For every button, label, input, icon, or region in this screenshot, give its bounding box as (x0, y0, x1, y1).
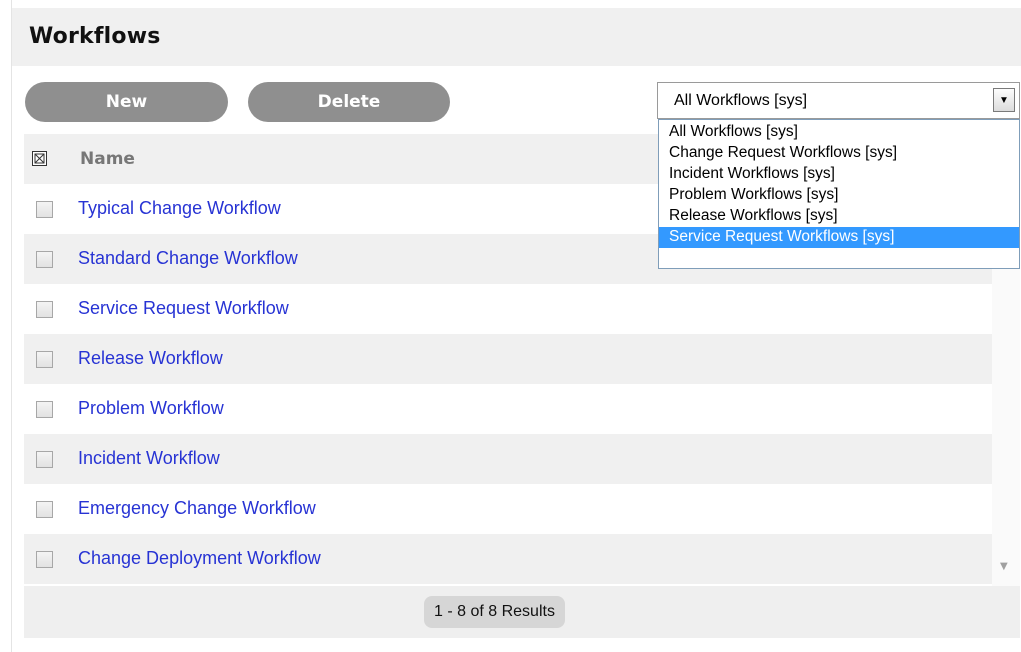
dropdown-arrow-icon[interactable]: ▼ (993, 88, 1015, 112)
column-header-name[interactable]: Name (80, 149, 135, 169)
workflow-filter-select[interactable]: All Workflows [sys] ▼ (657, 82, 1020, 119)
workflow-link[interactable]: Problem Workflow (78, 398, 224, 419)
table-row: Emergency Change Workflow (24, 484, 992, 534)
workflow-link[interactable]: Service Request Workflow (78, 298, 289, 319)
dropdown-option[interactable]: Problem Workflows [sys] (659, 185, 1019, 206)
table-row: Incident Workflow (24, 434, 992, 484)
new-button[interactable]: New (25, 82, 228, 122)
workflow-link[interactable]: Emergency Change Workflow (78, 498, 316, 519)
workflow-link[interactable]: Change Deployment Workflow (78, 548, 321, 569)
dropdown-option[interactable]: Change Request Workflows [sys] (659, 143, 1019, 164)
row-checkbox[interactable] (36, 401, 53, 418)
workflow-link[interactable]: Release Workflow (78, 348, 223, 369)
select-all-checkbox-icon[interactable] (32, 151, 47, 166)
row-checkbox[interactable] (36, 301, 53, 318)
page-title: Workflows (29, 24, 161, 49)
workflow-filter-value: All Workflows [sys] (674, 92, 808, 109)
table-row: Problem Workflow (24, 384, 992, 434)
workflow-link[interactable]: Incident Workflow (78, 448, 220, 469)
delete-button-label: Delete (317, 92, 381, 112)
row-checkbox[interactable] (36, 251, 53, 268)
dropdown-option[interactable]: All Workflows [sys] (659, 122, 1019, 143)
workflow-link[interactable]: Standard Change Workflow (78, 248, 298, 269)
results-summary: 1 - 8 of 8 Results (424, 596, 565, 628)
table-row: Change Deployment Workflow (24, 534, 992, 584)
dropdown-option-highlighted[interactable]: Service Request Workflows [sys] (659, 227, 1019, 248)
row-checkbox[interactable] (36, 551, 53, 568)
workflow-link[interactable]: Typical Change Workflow (78, 198, 281, 219)
dropdown-option[interactable]: Release Workflows [sys] (659, 206, 1019, 227)
new-button-label: New (105, 92, 148, 112)
delete-button[interactable]: Delete (248, 82, 450, 122)
workflow-filter-dropdown: All Workflows [sys] Change Request Workf… (658, 119, 1020, 269)
table-row: Service Request Workflow (24, 284, 992, 334)
scroll-down-icon[interactable]: ▼ (1000, 561, 1008, 572)
title-bar: Workflows (12, 8, 1021, 66)
row-checkbox[interactable] (36, 351, 53, 368)
pagination-bar: 1 - 8 of 8 Results (24, 586, 1020, 638)
row-checkbox[interactable] (36, 501, 53, 518)
row-checkbox[interactable] (36, 451, 53, 468)
row-checkbox[interactable] (36, 201, 53, 218)
table-row: Release Workflow (24, 334, 992, 384)
dropdown-option[interactable]: Incident Workflows [sys] (659, 164, 1019, 185)
